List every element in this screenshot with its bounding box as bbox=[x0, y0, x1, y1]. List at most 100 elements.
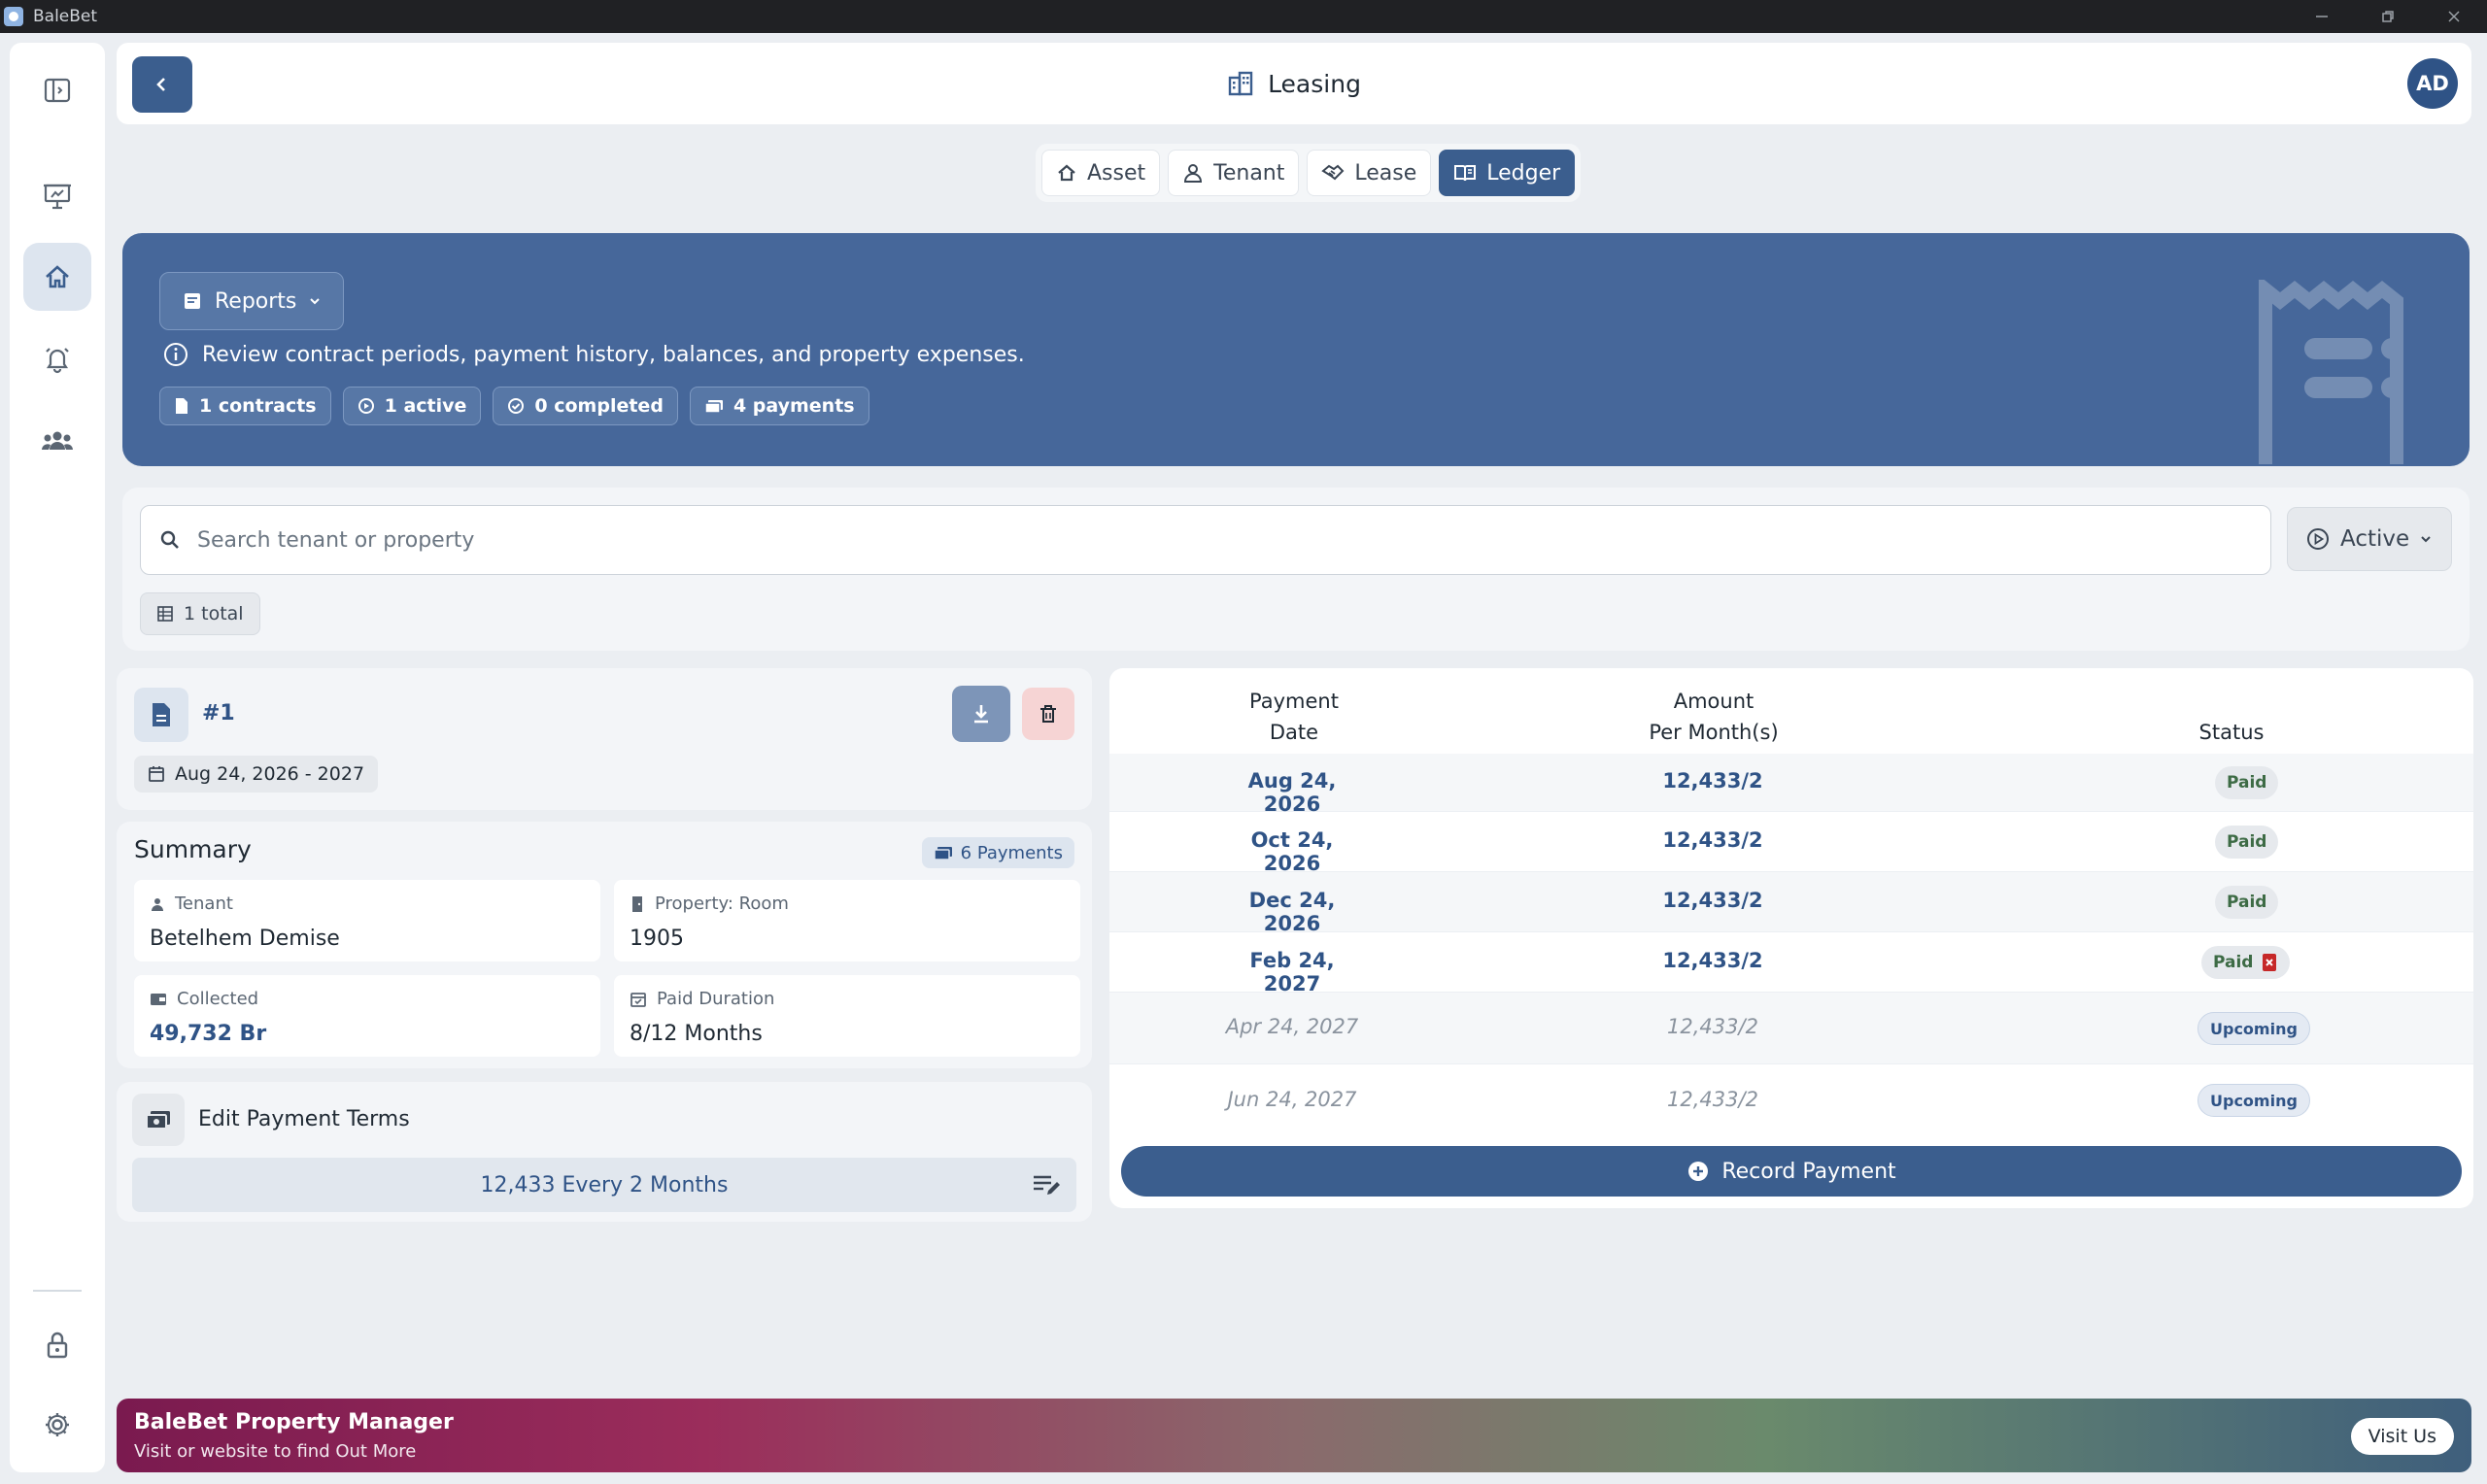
rail-divider bbox=[33, 1290, 82, 1292]
tenant-field: Tenant Betelhem Demise bbox=[134, 880, 600, 961]
contract-period-chip: Aug 24, 2026 - 2027 bbox=[134, 756, 379, 793]
total-count-label: 1 total bbox=[184, 603, 244, 624]
sidebar-item-users[interactable] bbox=[23, 406, 91, 474]
banner-info: Review contract periods, payment history… bbox=[163, 342, 1025, 367]
payment-date: Jun 24, 2027 bbox=[1227, 1088, 1357, 1111]
record-payment-label: Record Payment bbox=[1721, 1159, 1896, 1184]
tab-asset[interactable]: Asset bbox=[1041, 150, 1161, 196]
person-icon bbox=[152, 897, 163, 911]
visit-us-button[interactable]: Visit Us bbox=[2350, 1418, 2454, 1455]
completed-chip-label: 0 completed bbox=[534, 395, 664, 417]
sidebar-item-lock[interactable] bbox=[23, 1311, 91, 1379]
status-badge: Upcoming bbox=[2197, 1012, 2310, 1045]
record-payment-button[interactable]: Record Payment bbox=[1121, 1146, 2462, 1197]
section-tabs: Asset Tenant Lease Ledger bbox=[1036, 144, 1582, 202]
completed-chip: 0 completed bbox=[493, 387, 678, 425]
avatar[interactable]: AD bbox=[2407, 58, 2458, 109]
tab-tenant[interactable]: Tenant bbox=[1168, 150, 1300, 196]
delete-contract-button[interactable] bbox=[1022, 688, 1074, 740]
delete-payment-icon[interactable] bbox=[2261, 953, 2278, 972]
add-circle-icon bbox=[1688, 1162, 1709, 1181]
status-badge: Paid bbox=[2201, 946, 2291, 979]
sidebar-toggle-icon bbox=[44, 78, 71, 103]
search-box[interactable] bbox=[140, 505, 2271, 575]
tenant-value: Betelhem Demise bbox=[150, 927, 340, 951]
search-input[interactable] bbox=[197, 527, 2140, 553]
group-icon bbox=[42, 431, 73, 450]
sidebar-toggle-button[interactable] bbox=[23, 56, 91, 124]
download-contract-button[interactable] bbox=[952, 686, 1010, 742]
table-row[interactable]: Dec 24, 2026 12,433/2 Paid bbox=[1109, 872, 2473, 935]
payments-icon bbox=[704, 400, 723, 414]
table-row[interactable]: Jun 24, 2027 12,433/2 Upcoming bbox=[1109, 1064, 2473, 1136]
payments-count-badge: 6 Payments bbox=[921, 837, 1074, 868]
contract-document-icon bbox=[134, 688, 188, 742]
payments-chip: 4 payments bbox=[689, 387, 869, 425]
status-badge: Paid bbox=[2215, 766, 2279, 799]
close-icon[interactable] bbox=[2421, 0, 2487, 33]
window-controls bbox=[2289, 0, 2487, 33]
tab-ledger[interactable]: Ledger bbox=[1439, 150, 1576, 196]
chevron-down-icon bbox=[2421, 536, 2431, 543]
report-icon bbox=[185, 293, 200, 309]
contract-card[interactable]: #1 Aug 24, 2026 - 2027 bbox=[117, 668, 1092, 810]
calendar-icon bbox=[149, 766, 164, 782]
sidebar-item-alerts[interactable] bbox=[23, 324, 91, 392]
table-row[interactable]: Aug 24, 2026 12,433/2 Paid bbox=[1109, 754, 2473, 816]
payment-terms-value-button[interactable]: 12,433 Every 2 Months bbox=[132, 1158, 1076, 1212]
receipt-illustration-icon bbox=[2259, 280, 2403, 464]
lock-icon bbox=[47, 1332, 68, 1359]
payment-amount: 12,433/2 bbox=[1662, 949, 1763, 972]
payments-chip-label: 4 payments bbox=[732, 395, 855, 417]
property-value: 1905 bbox=[630, 927, 684, 951]
payment-amount: 12,433/2 bbox=[1662, 828, 1763, 852]
door-icon bbox=[632, 895, 642, 912]
collected-label: Collected bbox=[177, 989, 259, 1009]
payments-icon bbox=[132, 1094, 185, 1146]
collected-value: 49,732 Br bbox=[150, 1022, 267, 1046]
table-row[interactable]: Oct 24, 2026 12,433/2 Paid bbox=[1109, 812, 2473, 875]
alarm-bell-icon bbox=[46, 348, 69, 374]
calendar-check-icon bbox=[630, 992, 646, 1007]
reports-label: Reports bbox=[215, 288, 297, 314]
restore-icon[interactable] bbox=[2355, 0, 2421, 33]
promo-footer-banner: BaleBet Property Manager Visit or websit… bbox=[117, 1399, 2471, 1472]
play-circle-icon bbox=[2307, 528, 2329, 550]
payment-date: Dec 24, 2026 bbox=[1248, 889, 1336, 935]
status-badge: Paid bbox=[2215, 886, 2279, 919]
status-badge: Upcoming bbox=[2197, 1084, 2310, 1117]
payments-icon bbox=[933, 847, 952, 860]
promo-subtitle: Visit or website to find Out More bbox=[134, 1441, 417, 1462]
edit-note-icon bbox=[1034, 1175, 1060, 1195]
chevron-down-icon bbox=[310, 298, 321, 305]
contracts-chip: 1 contracts bbox=[159, 387, 331, 425]
summary-title: Summary bbox=[134, 835, 252, 863]
property-field: Property: Room 1905 bbox=[614, 880, 1080, 961]
contracts-chip-label: 1 contracts bbox=[199, 395, 317, 417]
table-row[interactable]: Apr 24, 2027 12,433/2 Upcoming bbox=[1109, 993, 2473, 1064]
payment-amount: 12,433/2 bbox=[1667, 1015, 1758, 1038]
payment-terms-value: 12,433 Every 2 Months bbox=[480, 1172, 729, 1197]
gear-icon bbox=[46, 1413, 69, 1436]
payment-ledger-table: Payment Date Amount Per Month(s) Status … bbox=[1109, 668, 2473, 1208]
tab-ledger-label: Ledger bbox=[1486, 160, 1561, 186]
sidebar-item-dashboard[interactable] bbox=[23, 162, 91, 230]
sidebar-item-settings[interactable] bbox=[23, 1391, 91, 1459]
status-filter-select[interactable]: Active bbox=[2287, 507, 2452, 571]
document-icon bbox=[176, 398, 187, 414]
tab-tenant-label: Tenant bbox=[1213, 160, 1285, 186]
column-header-status: Status bbox=[2198, 721, 2265, 744]
reports-dropdown[interactable]: Reports bbox=[159, 272, 345, 330]
paid-duration-label: Paid Duration bbox=[657, 989, 775, 1009]
paid-duration-value: 8/12 Months bbox=[630, 1022, 763, 1046]
handshake-icon bbox=[1321, 164, 1345, 181]
app-logo-icon bbox=[4, 7, 23, 26]
sidebar-item-leasing[interactable] bbox=[23, 243, 91, 311]
column-header-payment-date: Payment Date bbox=[1249, 690, 1339, 744]
minimize-icon[interactable] bbox=[2289, 0, 2355, 33]
tab-lease[interactable]: Lease bbox=[1307, 150, 1432, 196]
building-icon bbox=[1228, 71, 1253, 96]
page-title-text: Leasing bbox=[1268, 69, 1361, 98]
table-row[interactable]: Feb 24, 2027 12,433/2 Paid bbox=[1109, 932, 2473, 995]
check-circle-icon bbox=[508, 398, 525, 414]
